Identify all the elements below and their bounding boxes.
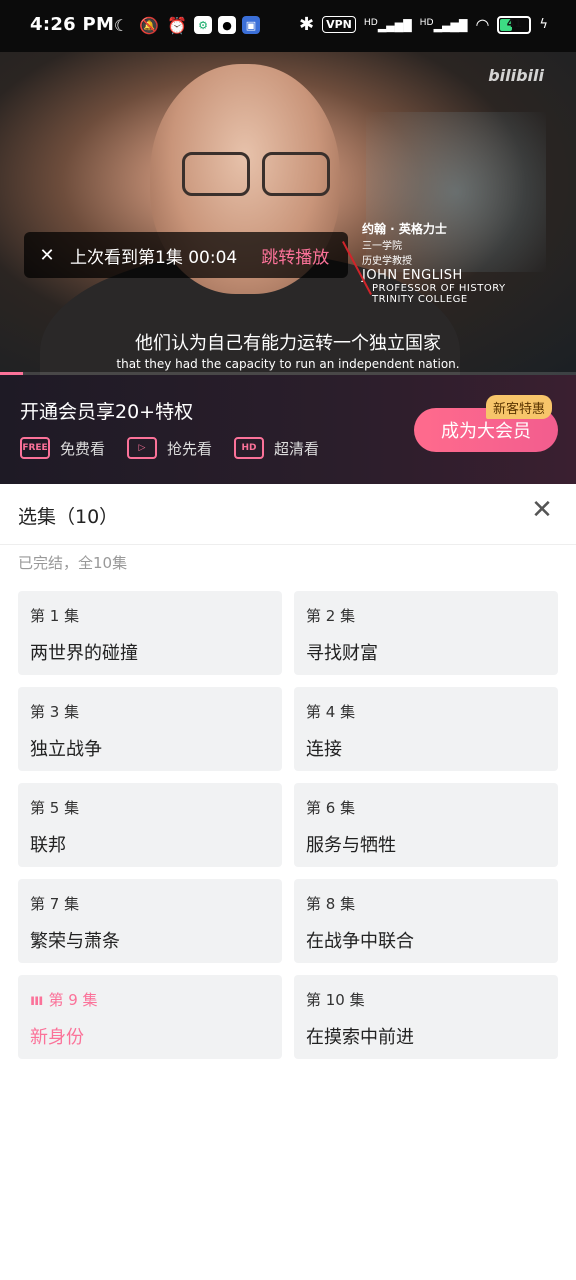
charging-icon: ϟ — [539, 17, 548, 32]
status-time: 4:26 PM — [30, 14, 115, 35]
app-icon: ▣ — [242, 16, 260, 34]
episode-number: 第 3 集 — [30, 703, 80, 721]
video-player[interactable]: bilibili ✕ 上次看到第1集 00:04 跳转播放 约翰 · 英格力士 … — [0, 52, 576, 375]
vip-title: 开通会员享20+特权 — [20, 401, 194, 423]
wifi-icon: ◠ — [475, 15, 490, 34]
status-bar: 4:26 PM ☾ 🔕 ⏰ ⚙ ● ▣ ✱ VPN HD▂▄▆█ HD▂▄▆█ … — [0, 0, 576, 52]
new-customer-badge: 新客特惠 — [486, 395, 553, 419]
perk-hd: HD 超清看 — [234, 437, 319, 459]
perk-free: FREE 免费看 — [20, 437, 105, 459]
episode-item[interactable]: 第 2 集寻找财富 — [294, 591, 558, 675]
settings-app-icon: ⚙ — [194, 16, 212, 34]
perk-early: ▷ 抢先看 — [127, 437, 212, 459]
close-icon[interactable]: ✕ — [530, 497, 554, 523]
episode-item[interactable]: 第 4 集连接 — [294, 687, 558, 771]
moon-icon: ☾ — [113, 15, 129, 35]
episode-title: 寻找财富 — [306, 643, 378, 664]
resume-text: 上次看到第1集 00:04 — [70, 247, 238, 268]
episode-number: 第 8 集 — [306, 895, 356, 913]
episode-title: 联邦 — [30, 835, 66, 856]
episode-title: 连接 — [306, 739, 342, 760]
status-left-icons: ☾ 🔕 ⏰ ⚙ ● ▣ — [110, 14, 260, 36]
jump-play-button[interactable]: 跳转播放 — [261, 243, 329, 268]
resume-toast: ✕ 上次看到第1集 00:04 跳转播放 — [24, 232, 348, 278]
episode-panel-header: 选集（10） ✕ — [0, 484, 576, 545]
episode-title: 在摸索中前进 — [306, 1027, 414, 1048]
series-status: 已完结，全10集 — [18, 554, 128, 572]
episode-title: 新身份 — [30, 1027, 84, 1048]
subtitle-english: that they had the capacity to run an ind… — [116, 357, 460, 371]
now-playing-icon: ııı — [30, 991, 43, 1009]
episode-item[interactable]: 第 7 集繁荣与萧条 — [18, 879, 282, 963]
early-access-icon: ▷ — [127, 437, 158, 459]
episode-number: 第 4 集 — [306, 703, 356, 721]
episode-title: 在战争中联合 — [306, 931, 414, 952]
episode-number: 第 6 集 — [306, 799, 356, 817]
vip-perks: FREE 免费看 ▷ 抢先看 HD 超清看 — [20, 437, 319, 459]
episode-grid: 第 1 集两世界的碰撞第 2 集寻找财富第 3 集独立战争第 4 集连接第 5 … — [18, 591, 558, 1059]
episode-item[interactable]: 第 6 集服务与牺牲 — [294, 783, 558, 867]
episode-item[interactable]: 第 8 集在战争中联合 — [294, 879, 558, 963]
episode-title: 繁荣与萧条 — [30, 931, 120, 952]
free-icon: FREE — [20, 437, 50, 459]
alarm-icon: ⏰ — [167, 15, 187, 35]
episode-item[interactable]: 第 10 集在摸索中前进 — [294, 975, 558, 1059]
episode-item[interactable]: ııı 第 9 集新身份 — [18, 975, 282, 1059]
mute-icon: 🔕 — [139, 15, 159, 35]
close-icon[interactable]: ✕ — [24, 245, 70, 266]
video-subtitle: 他们认为自己有能力运转一个独立国家 that they had the capa… — [0, 329, 576, 371]
episode-number: 第 7 集 — [30, 895, 80, 913]
hd-signal-icon: HD▂▄▆█ — [419, 16, 468, 33]
qq-icon: ● — [218, 16, 236, 34]
episode-item[interactable]: 第 5 集联邦 — [18, 783, 282, 867]
vip-banner: 开通会员享20+特权 FREE 免费看 ▷ 抢先看 HD 超清看 成为大会员 新… — [0, 375, 576, 484]
hd-signal-icon: HD▂▄▆█ — [363, 16, 412, 33]
bluetooth-icon: ✱ — [299, 14, 315, 35]
episode-number: ııı 第 9 集 — [30, 991, 98, 1009]
episode-item[interactable]: 第 1 集两世界的碰撞 — [18, 591, 282, 675]
episode-panel-title: 选集（10） — [18, 506, 119, 528]
episode-title: 两世界的碰撞 — [30, 643, 138, 664]
episode-number: 第 5 集 — [30, 799, 80, 817]
episode-title: 独立战争 — [30, 739, 102, 760]
hd-icon: HD — [234, 437, 265, 459]
video-person-glasses — [182, 152, 332, 196]
episode-title: 服务与牺牲 — [306, 835, 396, 856]
status-right-icons: ✱ VPN HD▂▄▆█ HD▂▄▆█ ◠ 41 ϟ — [299, 14, 548, 35]
vpn-icon: VPN — [322, 16, 356, 33]
episode-item[interactable]: 第 3 集独立战争 — [18, 687, 282, 771]
episode-number: 第 1 集 — [30, 607, 80, 625]
episode-number: 第 2 集 — [306, 607, 356, 625]
bilibili-watermark: bilibili — [488, 66, 544, 85]
subtitle-chinese: 他们认为自己有能力运转一个独立国家 — [135, 333, 441, 354]
lower-third-name-card: 约翰 · 英格力士 三一学院 历史学教授 JOHN ENGLISH PROFES… — [342, 220, 506, 305]
episode-number: 第 10 集 — [306, 991, 365, 1009]
battery-icon: 41 — [497, 15, 532, 34]
